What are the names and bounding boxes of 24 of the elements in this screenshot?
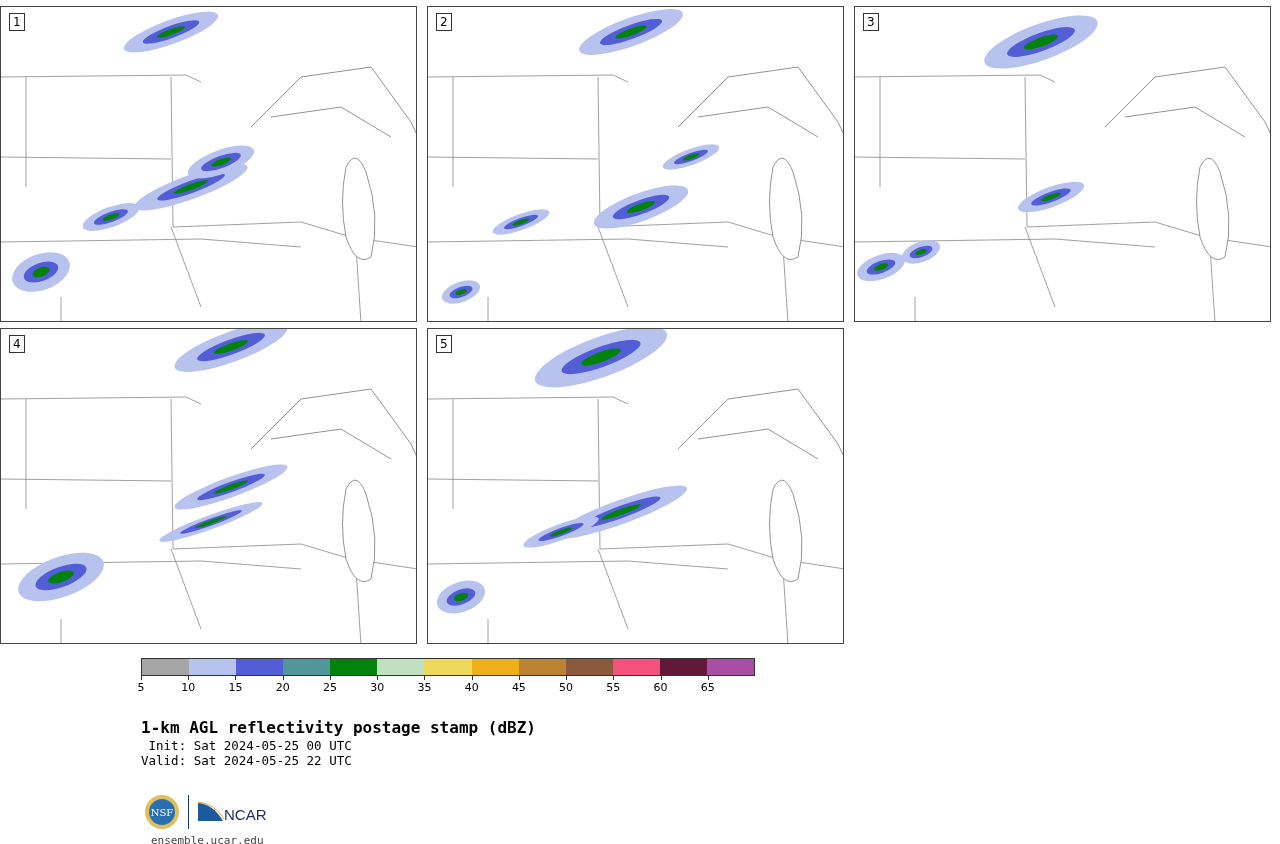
- chart-title: 1-km AGL reflectivity postage stamp (dBZ): [141, 718, 536, 738]
- tick-label: 50: [559, 681, 574, 694]
- tick-label: 40: [464, 681, 479, 694]
- tick-label: 30: [370, 681, 385, 694]
- ncar-logo: NCAR: [197, 801, 271, 823]
- tick-label: 25: [322, 681, 337, 694]
- tick-label: 35: [417, 681, 432, 694]
- init-time: Init: Sat 2024-05-25 00 UTC: [147, 738, 352, 753]
- tick-label: 60: [653, 681, 668, 694]
- panel-number: 2: [436, 13, 452, 31]
- nsf-logo: NSF: [144, 794, 180, 830]
- panel-number: 5: [436, 335, 452, 353]
- valid-time: Valid: Sat 2024-05-25 22 UTC: [141, 753, 352, 768]
- panel-number: 4: [9, 335, 25, 353]
- tick-label: 20: [275, 681, 290, 694]
- tick-label: 65: [700, 681, 715, 694]
- panel-number: 3: [863, 13, 879, 31]
- tick-label: 5: [137, 681, 145, 694]
- tick-label: 10: [181, 681, 196, 694]
- site-url: ensemble.ucar.edu: [151, 834, 264, 844]
- tick-label: 45: [511, 681, 526, 694]
- tick-label: 55: [606, 681, 621, 694]
- panel-number: 1: [9, 13, 25, 31]
- tick-label: 15: [228, 681, 243, 694]
